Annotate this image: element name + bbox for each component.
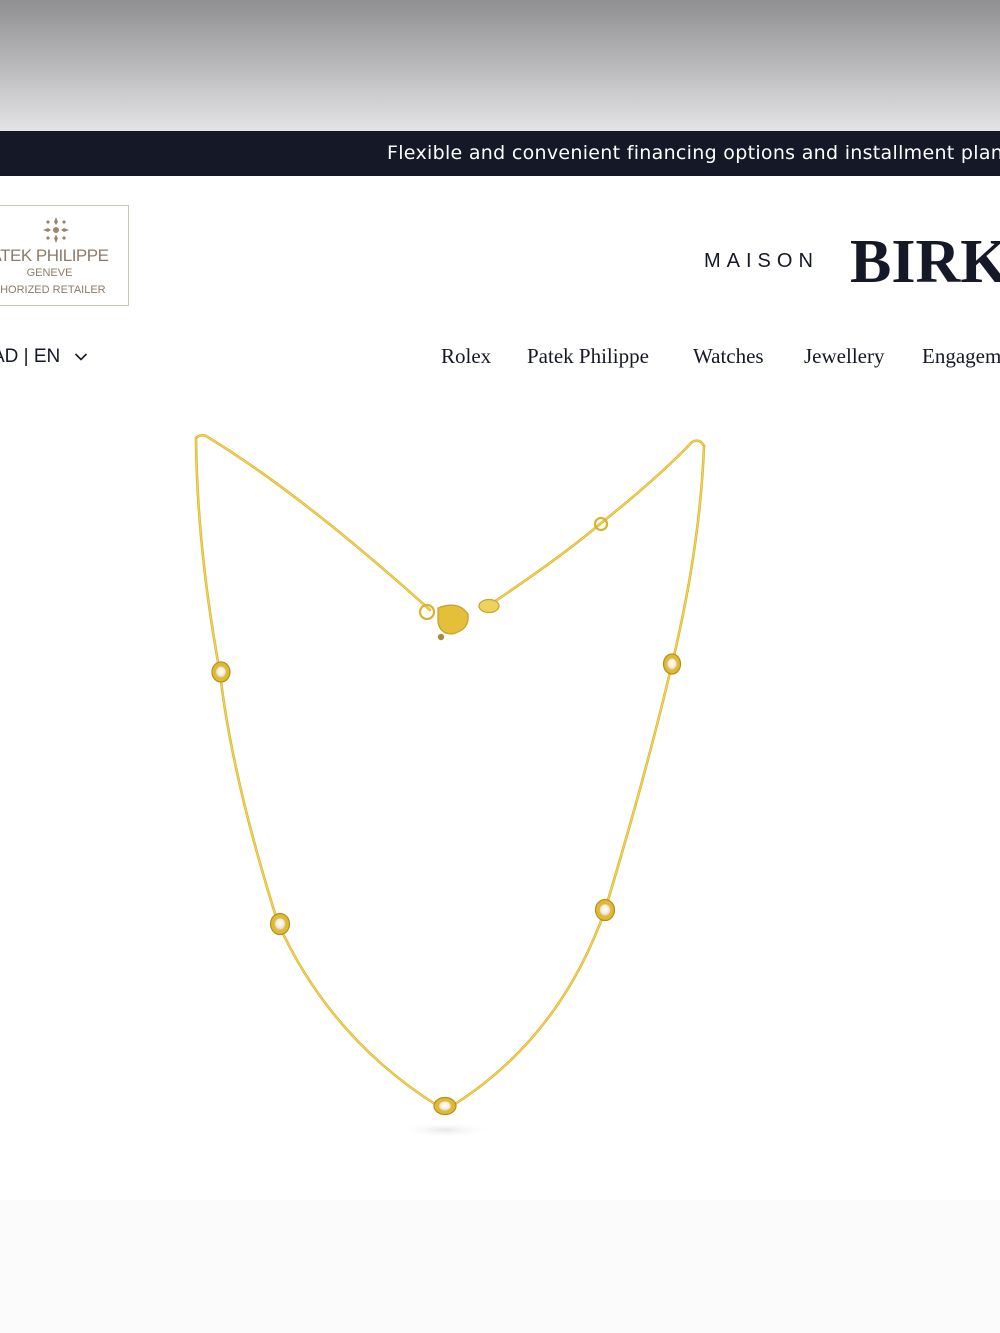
page-content-below — [0, 1200, 1000, 1333]
brand-maison: MAISON — [704, 250, 819, 272]
brand-logo[interactable]: BIRK — [850, 226, 1000, 298]
chevron-down-icon[interactable] — [74, 352, 88, 362]
reflection-shadow — [397, 1122, 493, 1138]
necklace-image — [194, 434, 706, 1138]
nav-item-jewellery[interactable]: Jewellery — [804, 344, 884, 369]
diamond-stations — [211, 653, 682, 1116]
calatrava-cross-icon — [43, 217, 69, 243]
badge-city-text: GENEVE — [26, 267, 73, 279]
clasp — [418, 598, 500, 641]
site-header: ATEK PHILIPPE GENEVE THORIZED RETAILER M… — [0, 176, 1000, 398]
badge-retailer-text: THORIZED RETAILER — [0, 284, 106, 296]
nav-item-rolex[interactable]: Rolex — [441, 344, 491, 369]
patek-philippe-retailer-badge[interactable]: ATEK PHILIPPE GENEVE THORIZED RETAILER — [0, 205, 129, 306]
locale-selector[interactable]: AD | EN — [0, 346, 60, 368]
nav-item-engagement[interactable]: Engagem — [922, 344, 1000, 369]
nav-item-watches[interactable]: Watches — [693, 344, 764, 369]
necklace-chain — [194, 434, 706, 1108]
product-image-area[interactable] — [0, 398, 1000, 1200]
badge-brand-text: ATEK PHILIPPE — [0, 246, 109, 265]
top-gradient-backdrop — [0, 0, 1000, 131]
promo-banner[interactable]: Flexible and convenient financing option… — [0, 131, 1000, 176]
promo-text: Flexible and convenient financing option… — [387, 142, 1000, 164]
nav-item-patek-philippe[interactable]: Patek Philippe — [527, 344, 649, 369]
